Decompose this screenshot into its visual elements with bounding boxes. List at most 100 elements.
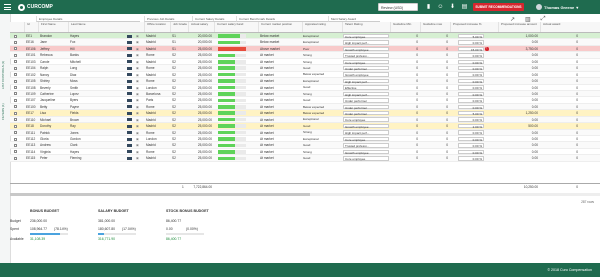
- header-job-grade[interactable]: Job Grade: [170, 22, 188, 32]
- talent-rating-select[interactable]: Under performer: [343, 111, 389, 116]
- row-checkbox[interactable]: [14, 118, 17, 122]
- header-current-salary-band[interactable]: Current salary band: [214, 22, 258, 32]
- proposed-increase-input[interactable]: 0.00 %: [458, 78, 484, 84]
- proposed-increase-input[interactable]: 5.00 %: [458, 33, 484, 39]
- header-guideline-max[interactable]: Guideline max: [420, 22, 450, 32]
- header-office-location[interactable]: Office location: [144, 22, 170, 32]
- header-id[interactable]: Id: [24, 22, 38, 32]
- header-appraisal-rating[interactable]: Appraisal rating: [302, 22, 342, 32]
- profile-icon[interactable]: ▣: [134, 85, 142, 91]
- talent-rating-select[interactable]: Under performer: [343, 65, 389, 71]
- proposed-increase-input[interactable]: 0.00 %: [458, 149, 484, 155]
- print-icon[interactable]: ▤: [461, 3, 468, 11]
- proposed-increase-input[interactable]: 2.00 %: [458, 123, 484, 129]
- row-checkbox[interactable]: [14, 92, 17, 96]
- talent-rating-select[interactable]: Trusted professi...: [343, 143, 389, 148]
- table-row[interactable]: EE115 Peter Fleming ▣ Madrid S2 25,000.00 At ma…: [10, 155, 600, 162]
- menu-icon[interactable]: [4, 4, 11, 10]
- download-icon[interactable]: ⬇: [449, 3, 456, 11]
- proposed-increase-input[interactable]: 0.00 %: [458, 59, 484, 65]
- profile-icon[interactable]: ▣: [134, 52, 142, 58]
- header-talent-rating[interactable]: Talent Rating: [342, 22, 390, 32]
- talent-rating-select[interactable]: High impact perf...: [343, 130, 389, 135]
- profile-icon[interactable]: ▣: [134, 65, 142, 71]
- talent-rating-select[interactable]: Under performer: [343, 104, 389, 110]
- proposed-increase-input[interactable]: 5.00 %: [458, 111, 484, 116]
- talent-rating-select[interactable]: Growth employee: [343, 149, 389, 155]
- talent-rating-select[interactable]: Core employee: [343, 33, 389, 39]
- profile-icon[interactable]: ▣: [134, 59, 142, 65]
- row-checkbox[interactable]: [14, 40, 17, 44]
- row-checkbox[interactable]: [14, 150, 17, 154]
- profile-icon[interactable]: ▣: [134, 39, 142, 45]
- row-checkbox[interactable]: [14, 53, 17, 57]
- proposed-increase-input[interactable]: 0.00 %: [458, 117, 484, 122]
- header-market-position[interactable]: Current market position: [258, 22, 302, 32]
- profile-icon[interactable]: ▣: [134, 123, 142, 129]
- proposed-increase-input[interactable]: 0.00 %: [458, 156, 484, 161]
- person-icon[interactable]: ☺: [437, 3, 444, 11]
- row-checkbox[interactable]: [14, 66, 17, 70]
- filters-tab[interactable]: FILTERS (1): [1, 100, 9, 124]
- talent-rating-select[interactable]: Trusted professi...: [343, 53, 389, 58]
- talent-rating-select[interactable]: Growth employee: [343, 46, 389, 52]
- list-controls-tab[interactable]: LIST CONTROLS (1): [1, 54, 9, 96]
- profile-icon[interactable]: ▣: [134, 110, 142, 116]
- row-checkbox[interactable]: [14, 86, 17, 89]
- talent-rating-select[interactable]: High impact perf...: [343, 78, 389, 84]
- app-logo[interactable]: CURCOMP: [18, 2, 53, 12]
- profile-icon[interactable]: ▣: [134, 78, 142, 84]
- profile-icon[interactable]: ▣: [134, 104, 142, 110]
- proposed-increase-input[interactable]: 0.00 %: [458, 143, 484, 148]
- warning-icon[interactable]: !: [485, 47, 489, 51]
- profile-icon[interactable]: ▣: [134, 33, 142, 39]
- row-checkbox[interactable]: [14, 34, 17, 38]
- profile-icon[interactable]: ▣: [134, 130, 142, 136]
- talent-rating-select[interactable]: High impact perf...: [343, 40, 389, 45]
- proposed-increase-input[interactable]: 0.00 %: [458, 130, 484, 135]
- row-checkbox[interactable]: [14, 60, 17, 64]
- profile-icon[interactable]: ▣: [134, 46, 142, 52]
- proposed-increase-input[interactable]: 0.00 %: [458, 53, 484, 58]
- row-checkbox[interactable]: [14, 131, 17, 135]
- proposed-increase-input[interactable]: 0.00 %: [458, 40, 484, 45]
- talent-rating-select[interactable]: Core employee: [343, 136, 389, 142]
- talent-rating-select[interactable]: Under performer: [343, 98, 389, 103]
- talent-rating-select[interactable]: High impact perf...: [343, 91, 389, 97]
- proposed-increase-input[interactable]: 0.00 %: [458, 65, 484, 71]
- talent-rating-select[interactable]: Core employee: [343, 156, 389, 161]
- horizontal-scrollbar[interactable]: [10, 193, 600, 196]
- proposed-increase-input[interactable]: 0.00 %: [458, 136, 484, 142]
- row-checkbox[interactable]: [14, 98, 17, 102]
- talent-rating-select[interactable]: Growth employee: [343, 72, 389, 77]
- profile-icon[interactable]: ▣: [134, 117, 142, 123]
- proposed-increase-input[interactable]: 0.00 %: [458, 72, 484, 77]
- row-checkbox[interactable]: [14, 47, 17, 51]
- profile-icon[interactable]: ▣: [134, 149, 142, 155]
- header-actual-award[interactable]: Actual award: [540, 22, 580, 32]
- row-checkbox[interactable]: [14, 111, 17, 115]
- row-checkbox[interactable]: [14, 124, 17, 128]
- proposed-increase-input[interactable]: 0.00 %: [458, 98, 484, 103]
- header-proposed-increase-pct[interactable]: Proposed increase %: [450, 22, 498, 32]
- header-guideline-min[interactable]: Guideline Min: [390, 22, 420, 32]
- profile-icon[interactable]: ▣: [134, 91, 142, 97]
- talent-rating-select[interactable]: Core employee: [343, 117, 389, 122]
- submit-recommendations-button[interactable]: SUBMIT RECOMMENDATIONS: [473, 3, 524, 11]
- profile-icon[interactable]: ▣: [134, 155, 142, 161]
- proposed-increase-input[interactable]: 15.00 %: [458, 46, 484, 52]
- proposed-increase-input[interactable]: 0.00 %: [458, 91, 484, 97]
- proposed-increase-input[interactable]: 0.00 %: [458, 85, 484, 90]
- user-menu[interactable]: Thomas Greene ▾: [536, 3, 578, 11]
- profile-icon[interactable]: ▣: [134, 97, 142, 103]
- row-checkbox[interactable]: [14, 73, 17, 77]
- profile-icon[interactable]: ▣: [134, 136, 142, 142]
- profile-icon[interactable]: ▣: [134, 72, 142, 78]
- row-checkbox[interactable]: [14, 156, 17, 160]
- header-proposed-increase-amount[interactable]: Proposed increase amount: [498, 22, 540, 32]
- proposed-increase-input[interactable]: 0.00 %: [458, 104, 484, 110]
- row-checkbox[interactable]: [14, 79, 17, 83]
- row-checkbox[interactable]: [14, 137, 17, 141]
- header-first-name[interactable]: First Name: [38, 22, 68, 32]
- row-checkbox[interactable]: [14, 143, 17, 147]
